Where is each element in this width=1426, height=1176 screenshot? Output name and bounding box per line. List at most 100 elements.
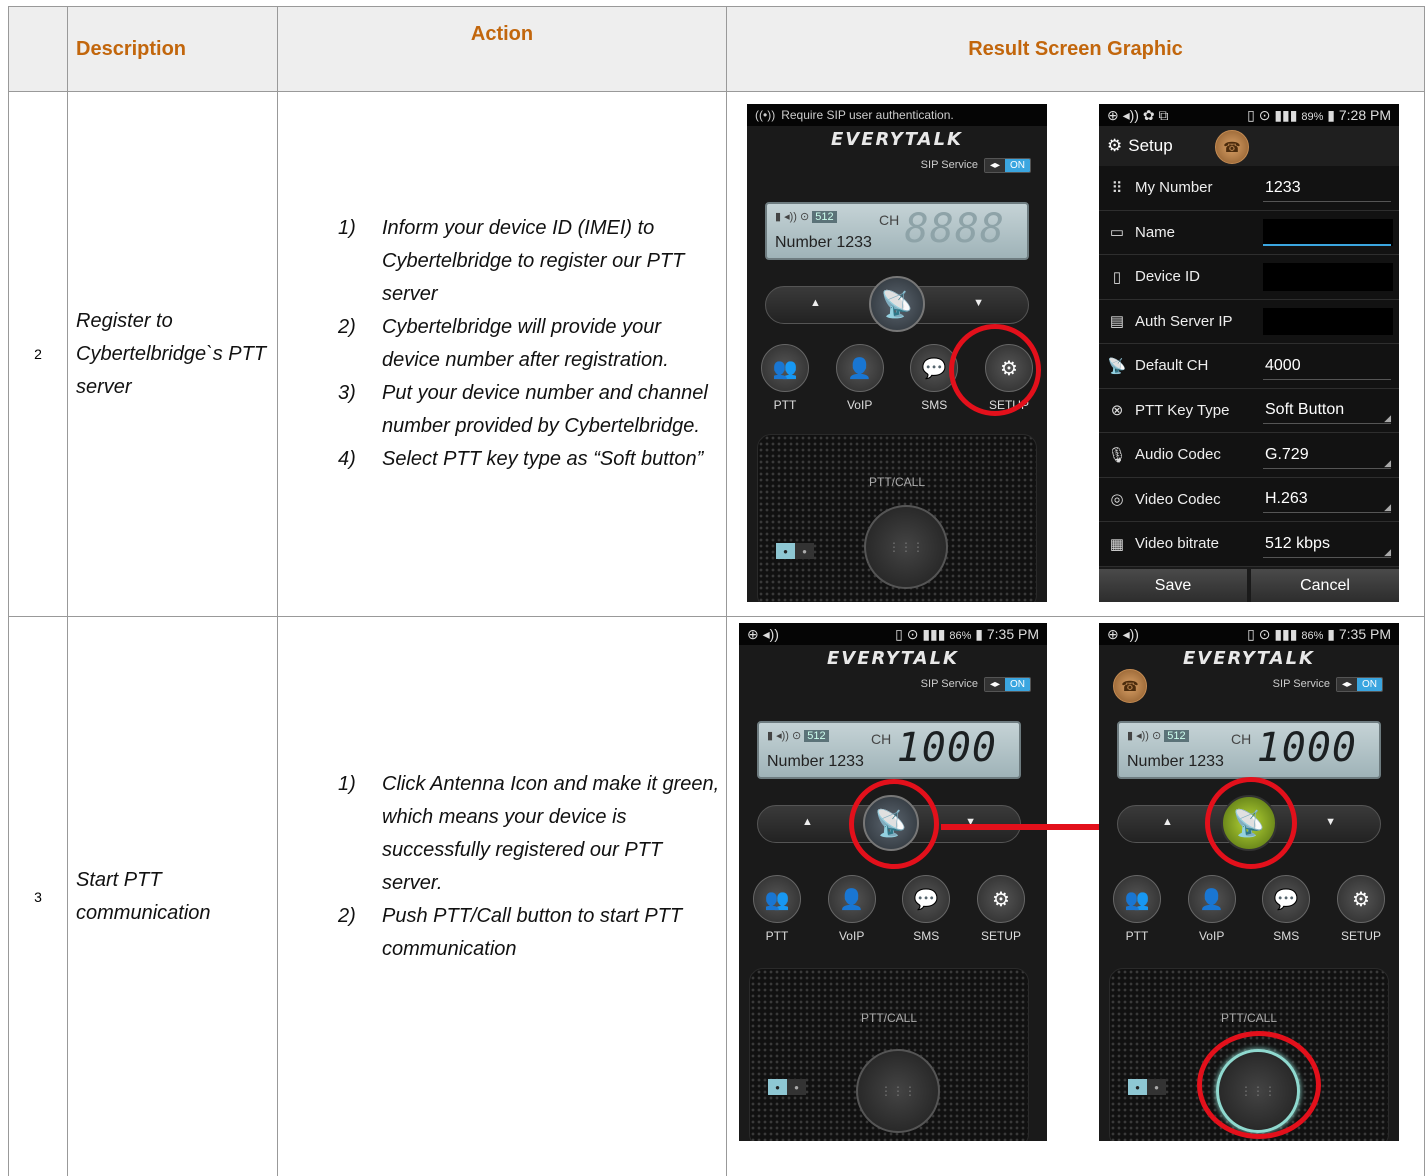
channel-up-icon[interactable]: ▲ — [802, 816, 813, 828]
lcd-status-icons: ▮ ◂)) ⊙ 512 — [767, 729, 829, 742]
status-bar: ⊕ ◂)) ▯ ⊙ ▮▮▮ 86% ▮ 7:35 PM — [1099, 623, 1399, 645]
redacted-value — [1263, 307, 1393, 335]
lcd-ch-label: CH — [879, 212, 900, 228]
table-row: 2 Register to Cybertelbridge`s PTT serve… — [8, 91, 1425, 617]
setting-my-number[interactable]: ⠿ My Number 1233 — [1099, 166, 1399, 211]
setting-device-id[interactable]: ▯ Device ID — [1099, 255, 1399, 300]
group-icon: 👥 — [761, 344, 809, 392]
phone-main-screen: ((•)) Require SIP user authentication. E… — [747, 104, 1047, 602]
setup-title-bar: ⚙ Setup ☎ — [1099, 126, 1399, 166]
setting-name[interactable]: ▭ Name — [1099, 210, 1399, 255]
lcd-display: ▮ ◂)) ⊙ 512 CH 8888 Number 1233 — [765, 202, 1029, 260]
step-item: 1) Click Antenna Icon and make it green, … — [338, 772, 720, 894]
status-right: ▯ ⊙ ▮▮▮ 86% ▮ 7:35 PM — [1247, 625, 1391, 642]
ptt-call-button[interactable]: ⋮⋮⋮ — [856, 1049, 940, 1133]
step-item: 4) Select PTT key type as “Soft button” — [338, 448, 704, 470]
setting-default-ch[interactable]: 📡 Default CH 4000 — [1099, 344, 1399, 389]
sms-button[interactable]: 💬 SMS — [898, 875, 954, 943]
voip-button[interactable]: 👤 VoIP — [824, 875, 880, 943]
setting-video-bitrate[interactable]: ▦ Video bitrate 512 kbps ◢ — [1099, 522, 1399, 567]
lcd-device-number: Number 1233 — [767, 753, 864, 770]
dropdown-indicator-icon: ◢ — [1384, 413, 1391, 423]
setup-highlight-circle — [949, 324, 1041, 416]
header-description: Description — [67, 6, 278, 92]
lcd-device-number: Number 1233 — [775, 234, 872, 251]
sip-service-label: SIP Service — [920, 678, 978, 690]
server-icon: ▤ — [1109, 313, 1125, 331]
gear-icon: ⚙ — [1107, 136, 1123, 155]
function-button-row: 👥 PTT 👤 VoIP 💬 SMS ⚙ SETUP — [749, 875, 1029, 943]
speaker-grille: PTT/CALL ⋮⋮⋮ ● ● — [757, 434, 1037, 602]
mode-toggle[interactable]: ● ● — [768, 1079, 806, 1095]
setup-button[interactable]: ⚙ SETUP — [973, 875, 1029, 943]
row-action: 1) Click Antenna Icon and make it green, … — [277, 616, 727, 1176]
microphone-icon: 🎙 — [1107, 446, 1127, 464]
keypad-icon: ⠿ — [1111, 179, 1123, 197]
redacted-value — [1263, 218, 1393, 246]
person-icon: 👤 — [835, 344, 884, 392]
everytalk-logo: EVERYTALK — [827, 648, 959, 669]
person-icon: 👤 — [827, 875, 876, 923]
setup-button[interactable]: ⚙ SETUP — [1333, 875, 1389, 943]
sip-service-toggle[interactable]: ◂▸ ON — [983, 157, 1031, 173]
notification-icons: ⊕ ◂)) — [1107, 625, 1139, 642]
group-icon: 👥 — [1113, 875, 1161, 923]
row-description: Start PTT communication — [67, 616, 278, 1176]
header-result: Result Screen Graphic — [726, 6, 1425, 92]
instruction-table: Description Action Result Screen Graphic… — [8, 6, 1425, 1176]
mode-toggle[interactable]: ● ● — [776, 543, 814, 559]
notification-icons: ⊕ ◂)) — [747, 625, 779, 642]
setting-auth-server-ip[interactable]: ▤ Auth Server IP — [1099, 299, 1399, 344]
notification-icons: ⊕ ◂)) ✿ ⧉ — [1107, 106, 1169, 123]
cancel-button[interactable]: Cancel — [1251, 568, 1399, 602]
name-card-icon: ▭ — [1109, 224, 1125, 242]
everytalk-logo: EVERYTALK — [831, 129, 963, 150]
lcd-channel-number: 1000 — [896, 725, 997, 771]
voip-button[interactable]: 👤 VoIP — [832, 344, 888, 412]
header-action-label: Action — [470, 23, 534, 45]
channel-up-icon[interactable]: ▲ — [1162, 816, 1173, 828]
setting-ptt-key-type[interactable]: ⊗ PTT Key Type Soft Button ◢ — [1099, 388, 1399, 433]
dropdown-indicator-icon: ◢ — [1384, 502, 1391, 512]
row-number: 3 — [8, 616, 68, 1176]
status-right: ▯ ⊙ ▮▮▮ 89% ▮ 7:28 PM — [1247, 106, 1391, 123]
sip-service-toggle[interactable]: ◂▸ ON — [983, 676, 1031, 692]
ptt-call-button[interactable]: ⋮⋮⋮ — [864, 505, 948, 589]
ptt-call-label: PTT/CALL — [1220, 1011, 1277, 1025]
lcd-display: ▮ ◂)) ⊙ 512 CH 1000 Number 1233 — [757, 721, 1021, 779]
dropdown-indicator-icon: ◢ — [1384, 457, 1391, 468]
status-bar: ((•)) Require SIP user authentication. — [747, 104, 1047, 126]
avatar: ☎ — [1215, 130, 1249, 164]
header-action: Action — [277, 6, 727, 92]
step-item: 3) Put your device number and channel num… — [338, 382, 708, 437]
phone-icon: ▯ — [1112, 268, 1122, 286]
sip-service-toggle[interactable]: ◂▸ ON — [1335, 676, 1383, 692]
status-bar: ⊕ ◂)) ▯ ⊙ ▮▮▮ 86% ▮ 7:35 PM — [739, 623, 1047, 645]
ptt-button[interactable]: 👥 PTT — [757, 344, 813, 412]
header-result-label: Result Screen Graphic — [968, 37, 1183, 60]
antenna-highlight-circle — [849, 779, 939, 869]
antenna-icon[interactable]: 📡 — [869, 276, 925, 332]
person-icon: 👤 — [1187, 875, 1236, 923]
step-item: 2) Cybertelbridge will provide your devic… — [338, 316, 669, 371]
sms-button[interactable]: 💬 SMS — [1258, 875, 1314, 943]
channel-up-icon[interactable]: ▲ — [810, 297, 821, 309]
save-button[interactable]: Save — [1099, 568, 1247, 602]
channel-down-icon[interactable]: ▼ — [973, 297, 984, 309]
chat-bubble-icon: 💬 — [902, 875, 951, 923]
phone-before-screen: ⊕ ◂)) ▯ ⊙ ▮▮▮ 86% ▮ 7:35 PM EVERYTALK SI… — [739, 623, 1047, 1141]
channel-down-icon[interactable]: ▼ — [1325, 816, 1336, 828]
setting-audio-codec[interactable]: 🎙 Audio Codec G.729 ◢ — [1099, 433, 1399, 478]
ptt-button[interactable]: 👥 PTT — [1109, 875, 1165, 943]
setting-video-codec[interactable]: ◎ Video Codec H.263 ◢ — [1099, 477, 1399, 522]
redacted-value — [1263, 263, 1393, 291]
function-button-row: 👥 PTT 👤 VoIP 💬 SMS ⚙ SETUP — [1109, 875, 1389, 943]
mode-toggle[interactable]: ● ● — [1128, 1079, 1166, 1095]
everytalk-logo: EVERYTALK — [1183, 648, 1315, 669]
gear-icon: ⚙ — [976, 875, 1025, 923]
gear-icon: ⚙ — [1336, 875, 1385, 923]
video-icon: ◎ — [1110, 491, 1124, 509]
table-row: 3 Start PTT communication 1) Click Antenn… — [8, 616, 1425, 1176]
voip-button[interactable]: 👤 VoIP — [1184, 875, 1240, 943]
ptt-button[interactable]: 👥 PTT — [749, 875, 805, 943]
